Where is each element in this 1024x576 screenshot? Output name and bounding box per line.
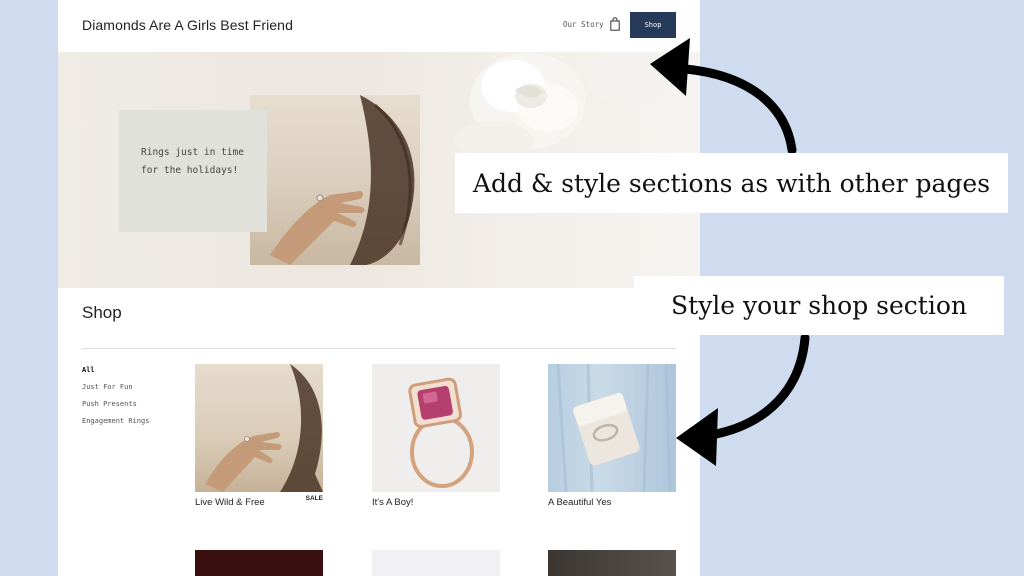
annotation-top: Add & style sections as with other pages: [455, 153, 1008, 213]
annotation-bottom: Style your shop section: [634, 276, 1004, 335]
